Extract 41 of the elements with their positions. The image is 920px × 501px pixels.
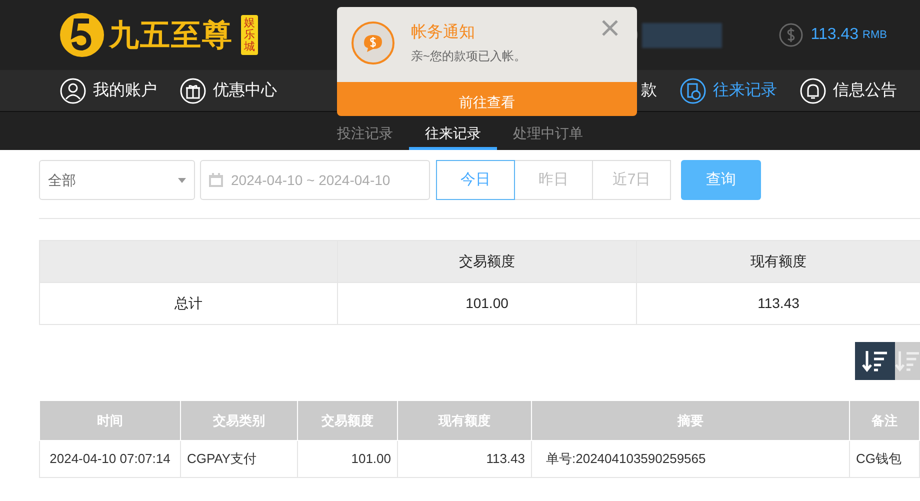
column-header: 交易额度 [338, 240, 636, 282]
type-select[interactable]: 全部 [39, 160, 195, 200]
date-range-tab[interactable]: 今日 [436, 160, 515, 200]
caret-icon [178, 178, 186, 182]
speech-bubble-dollar-icon [351, 21, 395, 65]
calendar-icon [209, 173, 223, 187]
user-icon [60, 78, 86, 104]
nav-item[interactable]: 我的账户 [60, 78, 180, 104]
logo-text: 九五至尊 [109, 18, 233, 54]
dollar-icon [778, 23, 803, 47]
table-cell: CGPAY支付 [180, 440, 298, 478]
sub-tab[interactable]: 往来记录 [409, 120, 497, 150]
date-range-field[interactable]: 2024-04-10 ~ 2024-04-10 [200, 160, 430, 200]
nav-item[interactable]: 款 [641, 78, 657, 102]
view-button[interactable]: 前往查看 [337, 82, 637, 116]
table-cell: 单号:202404103590259565 [532, 440, 850, 478]
column-header: 现有额度 [636, 240, 920, 282]
balance-amount: 113.43 [810, 25, 859, 45]
sort-descending-icon [862, 349, 888, 373]
sub-tab[interactable]: 处理中订单 [497, 120, 599, 150]
nav-item[interactable]: 往来记录 [680, 78, 800, 104]
nav-item[interactable]: 优惠中心 [180, 78, 300, 104]
currency-label: RMB [862, 28, 887, 43]
close-icon[interactable] [601, 19, 619, 37]
nav-item[interactable]: 信息公告 [800, 78, 920, 104]
document-clock-icon [680, 78, 706, 104]
sort-descending-icon [895, 349, 920, 373]
sub-tab[interactable]: 投注记录 [321, 120, 409, 150]
sort-button[interactable] [855, 342, 895, 380]
gift-icon [180, 78, 206, 104]
table-cell: 2024-04-10 07:07:14 [40, 440, 180, 478]
table-cell: 总计 [40, 282, 338, 324]
table-cell: 113.43 [398, 440, 532, 478]
notification-title: 帐务通知 [411, 22, 476, 43]
logo-emblem-icon [59, 12, 105, 58]
bell-icon [800, 78, 826, 104]
table-cell: CG钱包 [850, 440, 920, 478]
logo-badge: 娱乐城 [241, 14, 258, 56]
notification-message: 亲~您的款项已入帐。 [411, 48, 526, 65]
table-cell: 101.00 [338, 282, 636, 324]
table-cell: 101.00 [298, 440, 398, 478]
